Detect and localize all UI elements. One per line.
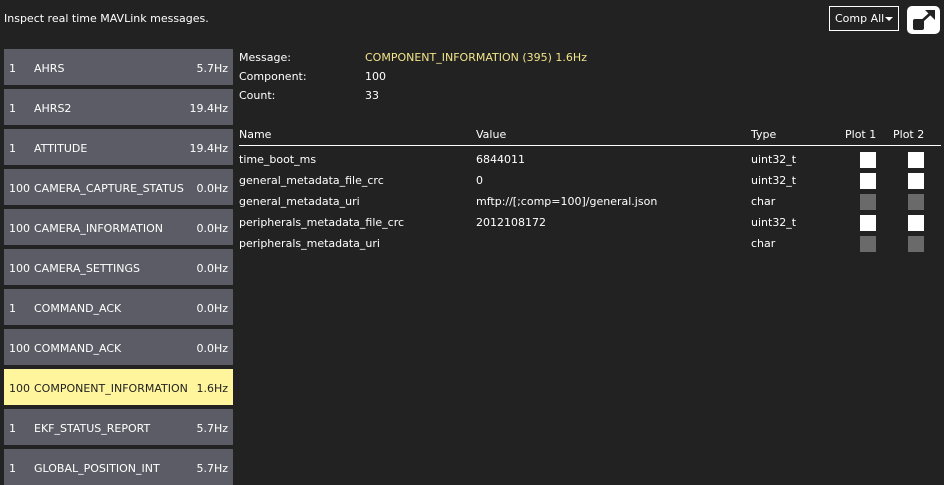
plot2-checkbox	[908, 194, 924, 210]
message-list-item[interactable]: 100 COMPONENT_INFORMATION 1.6Hz	[4, 369, 233, 405]
message-rate: 5.7Hz	[196, 62, 228, 75]
message-name: COMMAND_ACK	[34, 302, 122, 315]
message-name: ATTITUDE	[34, 142, 88, 155]
message-comp-id: 1	[9, 142, 16, 155]
plot1-checkbox[interactable]	[860, 173, 876, 189]
message-list-item[interactable]: 1 GLOBAL_POSITION_INT 5.7Hz	[4, 449, 233, 485]
plot1-checkbox	[860, 194, 876, 210]
field-type: char	[751, 195, 776, 208]
field-value: mftp://[;comp=100]/general.json	[476, 195, 658, 208]
field-type: uint32_t	[751, 153, 797, 166]
table-header-divider	[239, 145, 941, 146]
field-type: uint32_t	[751, 174, 797, 187]
popout-arrow-icon	[912, 10, 935, 30]
component-value: 100	[365, 70, 386, 83]
field-value: 0	[476, 174, 483, 187]
component-filter-value: Comp All	[835, 12, 885, 25]
message-list-item[interactable]: 100 CAMERA_INFORMATION 0.0Hz	[4, 209, 233, 245]
message-name: AHRS	[34, 62, 65, 75]
plot2-checkbox	[908, 236, 924, 252]
message-list-item[interactable]: 100 CAMERA_CAPTURE_STATUS 0.0Hz	[4, 169, 233, 205]
component-label: Component:	[239, 70, 307, 83]
field-name: general_metadata_uri	[239, 195, 360, 208]
column-header-type: Type	[751, 128, 777, 141]
message-name: AHRS2	[34, 102, 72, 115]
message-comp-id: 100	[9, 342, 30, 355]
field-name: peripherals_metadata_uri	[239, 237, 380, 250]
message-rate: 0.0Hz	[196, 302, 228, 315]
message-rate: 0.0Hz	[196, 182, 228, 195]
popout-button[interactable]	[907, 6, 940, 34]
field-type: char	[751, 237, 776, 250]
header-text: Inspect real time MAVLink messages.	[4, 12, 209, 25]
field-value: 6844011	[476, 153, 525, 166]
column-header-value: Value	[476, 128, 507, 141]
plot2-checkbox[interactable]	[908, 173, 924, 189]
message-rate: 19.4Hz	[189, 102, 228, 115]
column-header-name: Name	[239, 128, 272, 141]
message-name: CAMERA_INFORMATION	[34, 222, 163, 235]
message-name: GLOBAL_POSITION_INT	[34, 462, 160, 475]
field-value: 2012108172	[476, 216, 546, 229]
message-comp-id: 1	[9, 422, 16, 435]
column-header-plot1: Plot 1	[845, 128, 877, 141]
message-comp-id: 1	[9, 102, 16, 115]
field-name: general_metadata_file_crc	[239, 174, 384, 187]
component-filter-dropdown[interactable]: Comp All	[829, 6, 899, 31]
message-rate: 0.0Hz	[196, 262, 228, 275]
message-label: Message:	[239, 51, 291, 64]
message-list-item[interactable]: 1 COMMAND_ACK 0.0Hz	[4, 289, 233, 325]
plot1-checkbox[interactable]	[860, 215, 876, 231]
field-name: time_boot_ms	[239, 153, 317, 166]
plot2-checkbox[interactable]	[908, 215, 924, 231]
message-name: CAMERA_SETTINGS	[34, 262, 141, 275]
caret-down-icon	[885, 17, 893, 21]
plot1-checkbox[interactable]	[860, 152, 876, 168]
message-comp-id: 100	[9, 222, 30, 235]
column-header-plot2: Plot 2	[893, 128, 925, 141]
message-name: COMMAND_ACK	[34, 342, 122, 355]
message-comp-id: 1	[9, 62, 16, 75]
message-comp-id: 100	[9, 262, 30, 275]
message-name: EKF_STATUS_REPORT	[34, 422, 151, 435]
message-rate: 5.7Hz	[196, 422, 228, 435]
message-rate: 19.4Hz	[189, 142, 228, 155]
count-label: Count:	[239, 89, 276, 102]
message-list-item[interactable]: 1 EKF_STATUS_REPORT 5.7Hz	[4, 409, 233, 445]
message-rate: 0.0Hz	[196, 222, 228, 235]
field-type: uint32_t	[751, 216, 797, 229]
field-name: peripherals_metadata_file_crc	[239, 216, 405, 229]
count-value: 33	[365, 89, 379, 102]
message-list-item[interactable]: 1 AHRS2 19.4Hz	[4, 89, 233, 125]
plot1-checkbox	[860, 236, 876, 252]
message-value: COMPONENT_INFORMATION (395) 1.6Hz	[365, 51, 587, 64]
message-list-item[interactable]: 100 CAMERA_SETTINGS 0.0Hz	[4, 249, 233, 285]
plot2-checkbox[interactable]	[908, 152, 924, 168]
message-comp-id: 1	[9, 302, 16, 315]
message-name: CAMERA_CAPTURE_STATUS	[34, 182, 184, 195]
message-name: COMPONENT_INFORMATION	[34, 382, 188, 395]
message-comp-id: 1	[9, 462, 16, 475]
message-list-item[interactable]: 100 COMMAND_ACK 0.0Hz	[4, 329, 233, 365]
message-comp-id: 100	[9, 182, 30, 195]
message-list-item[interactable]: 1 ATTITUDE 19.4Hz	[4, 129, 233, 165]
message-rate: 5.7Hz	[196, 462, 228, 475]
message-rate: 1.6Hz	[196, 382, 228, 395]
message-rate: 0.0Hz	[196, 342, 228, 355]
message-comp-id: 100	[9, 382, 30, 395]
message-list-item[interactable]: 1 AHRS 5.7Hz	[4, 49, 233, 85]
